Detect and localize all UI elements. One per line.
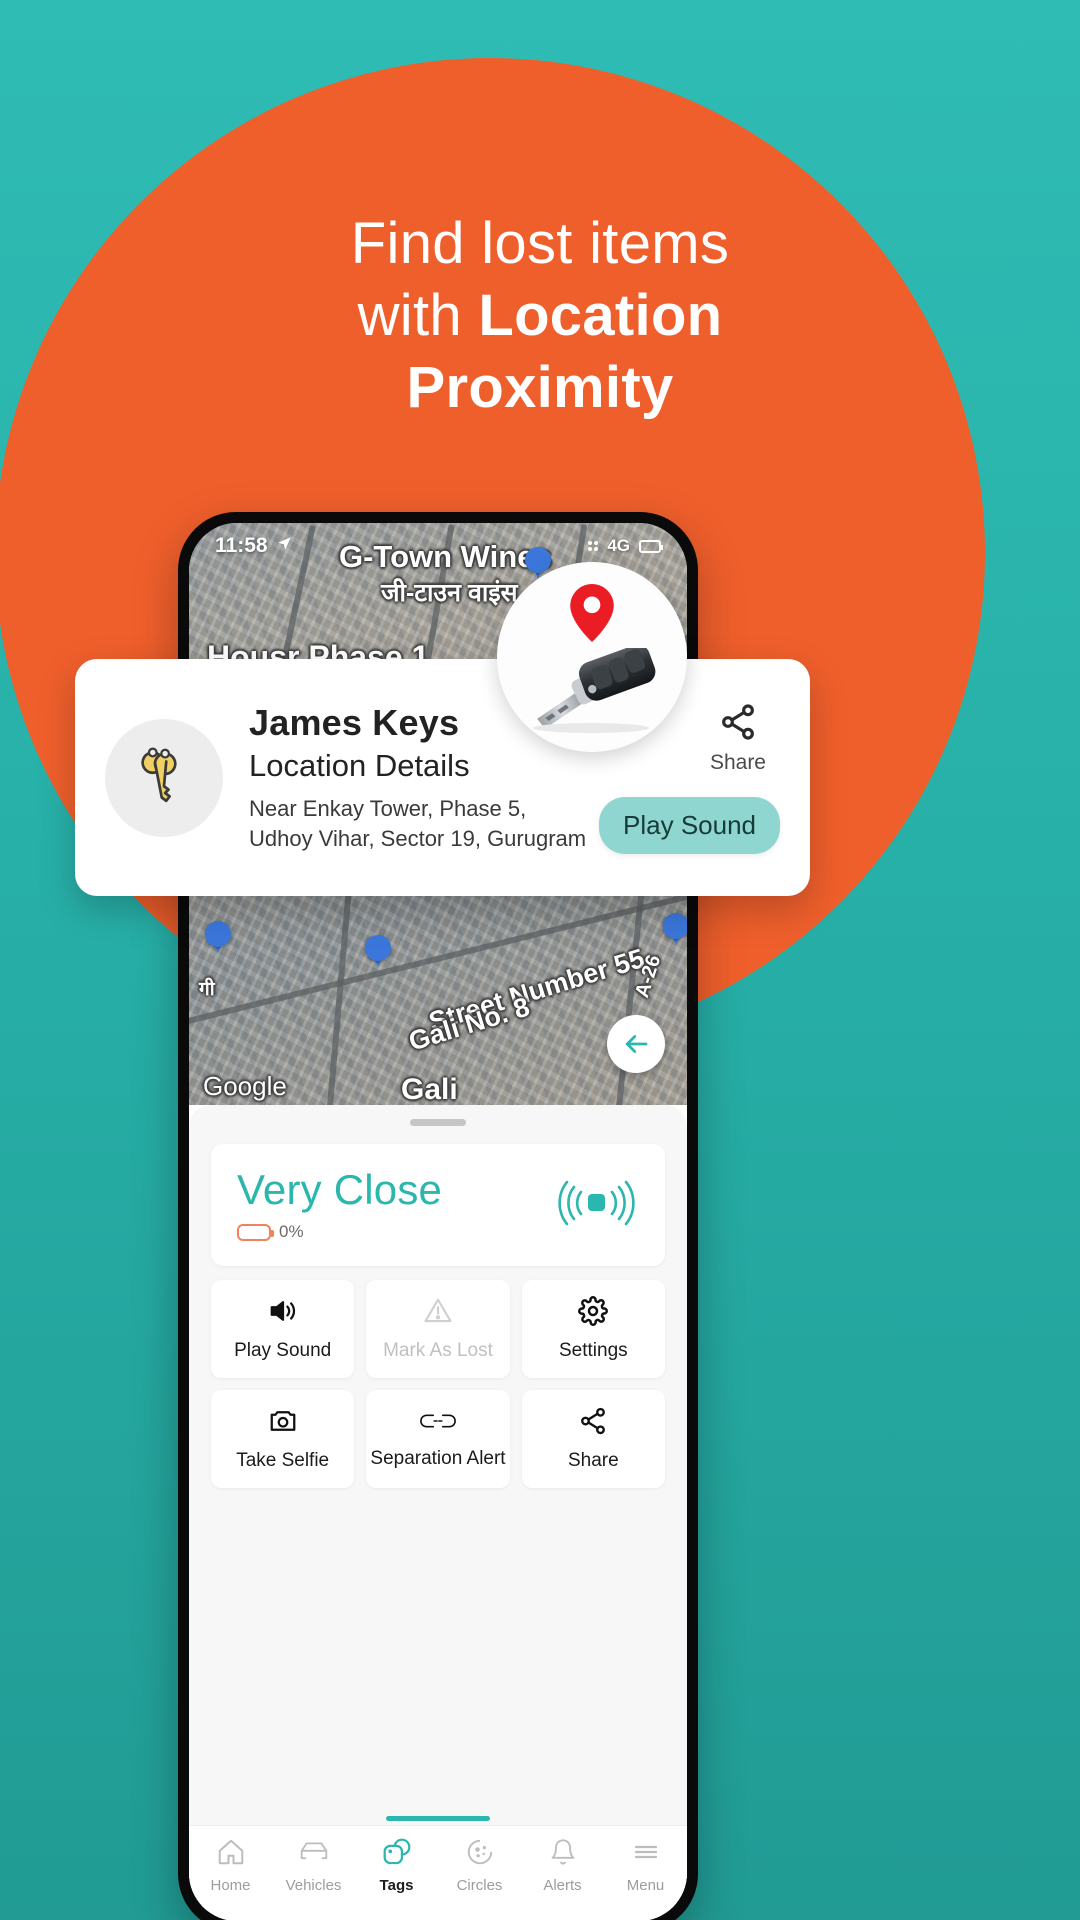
map-poi-pin[interactable] bbox=[663, 913, 687, 947]
action-label: Take Selfie bbox=[236, 1450, 330, 1471]
nav-label: Menu bbox=[626, 1877, 665, 1894]
warning-icon bbox=[422, 1296, 454, 1331]
nav-label: Vehicles bbox=[285, 1877, 342, 1894]
gear-icon bbox=[577, 1296, 609, 1331]
nav-item-vehicles[interactable]: Vehicles bbox=[274, 1837, 354, 1894]
action-take-selfie[interactable]: Take Selfie bbox=[211, 1390, 355, 1488]
action-label: Mark As Lost bbox=[383, 1340, 493, 1361]
item-address: Near Enkay Tower, Phase 5, Udhoy Vihar, … bbox=[249, 794, 614, 854]
action-label: Separation Alert bbox=[370, 1448, 506, 1469]
battery-icon bbox=[639, 539, 663, 553]
circles-icon bbox=[465, 1837, 495, 1872]
share-label: Share bbox=[709, 750, 766, 774]
sheet-drag-handle[interactable] bbox=[410, 1119, 466, 1126]
action-separation-alert[interactable]: Separation Alert bbox=[366, 1390, 510, 1488]
action-label: Settings bbox=[558, 1340, 628, 1361]
nav-item-home[interactable]: Home bbox=[191, 1837, 271, 1894]
nav-item-menu[interactable]: Menu bbox=[606, 1837, 686, 1894]
action-grid: Play Sound Mark As Lost Settings Take Se… bbox=[211, 1280, 665, 1488]
battery-icon bbox=[237, 1223, 274, 1241]
headline-line-1: Find lost items bbox=[350, 211, 730, 276]
camera-icon bbox=[267, 1406, 299, 1441]
action-play-sound[interactable]: Play Sound bbox=[211, 1280, 355, 1378]
headline-line-2: with Location bbox=[170, 280, 910, 352]
home-icon bbox=[216, 1837, 246, 1872]
headline-line-3-bold: Proximity bbox=[406, 355, 674, 420]
home-indicator bbox=[386, 1816, 490, 1821]
action-share[interactable]: Share bbox=[521, 1390, 665, 1488]
nav-label: Circles bbox=[456, 1877, 503, 1894]
page-title: Find lost items with Location Proximity bbox=[0, 208, 1080, 424]
car-key-photo bbox=[513, 644, 673, 734]
nav-label: Tags bbox=[379, 1877, 414, 1894]
action-mark-as-lost[interactable]: Mark As Lost bbox=[366, 1280, 510, 1378]
car-icon bbox=[298, 1837, 330, 1872]
nav-item-alerts[interactable]: Alerts bbox=[523, 1837, 603, 1894]
item-address-line-1: Near Enkay Tower, Phase 5, bbox=[249, 795, 527, 821]
action-settings[interactable]: Settings bbox=[521, 1280, 665, 1378]
signal-dots-icon bbox=[588, 541, 599, 551]
bottom-sheet: Very Close 0% Play Sound Mark As Lost Se… bbox=[189, 1105, 687, 1920]
navigation-arrow-icon bbox=[276, 534, 293, 558]
speaker-icon bbox=[266, 1296, 300, 1331]
nav-item-tags[interactable]: Tags bbox=[357, 1837, 437, 1894]
proximity-status-card: Very Close 0% bbox=[211, 1144, 665, 1266]
share-icon bbox=[577, 1406, 609, 1441]
tag-battery-row: 0% bbox=[237, 1222, 442, 1242]
status-bar: 11:58 4G bbox=[189, 523, 687, 569]
action-label: Share bbox=[567, 1450, 619, 1471]
bottom-navigation: Home Vehicles Tags Circles Alerts Menu bbox=[189, 1825, 687, 1920]
nav-label: Home bbox=[210, 1877, 251, 1894]
play-sound-button[interactable]: Play Sound bbox=[599, 796, 780, 854]
link-icon bbox=[419, 1408, 457, 1439]
map-poi-pin[interactable] bbox=[205, 921, 231, 955]
proximity-status-title: Very Close bbox=[237, 1165, 443, 1213]
map-poi-pin[interactable] bbox=[365, 935, 391, 969]
action-label: Play Sound bbox=[234, 1340, 332, 1361]
share-icon bbox=[716, 702, 760, 747]
back-arrow-icon[interactable] bbox=[607, 1015, 665, 1073]
signal-waves-icon bbox=[553, 1172, 639, 1239]
avatar bbox=[105, 718, 223, 837]
menu-icon bbox=[631, 1837, 661, 1872]
headline-line-2-bold: Location bbox=[478, 283, 723, 348]
share-button[interactable]: Share bbox=[710, 702, 766, 775]
nav-label: Alerts bbox=[543, 1877, 582, 1894]
item-detail-subtitle: Location Details bbox=[249, 747, 470, 783]
item-address-line-2: Udhoy Vihar, Sector 19, Gurugram bbox=[249, 825, 587, 851]
keys-icon bbox=[128, 739, 200, 816]
battery-percent-label: 0% bbox=[279, 1222, 304, 1242]
headline-line-2-plain: with bbox=[357, 283, 479, 348]
headline-line-3: Proximity bbox=[170, 352, 910, 424]
nav-item-circles[interactable]: Circles bbox=[440, 1837, 520, 1894]
item-photo-bubble bbox=[497, 562, 687, 752]
status-bar-time: 11:58 bbox=[215, 534, 268, 557]
item-detail-card: James Keys Location Details Near Enkay T… bbox=[75, 659, 810, 896]
tags-icon bbox=[381, 1837, 413, 1872]
status-bar-network: 4G bbox=[607, 536, 630, 555]
map-pin-icon bbox=[569, 584, 615, 647]
bell-icon bbox=[549, 1837, 577, 1872]
